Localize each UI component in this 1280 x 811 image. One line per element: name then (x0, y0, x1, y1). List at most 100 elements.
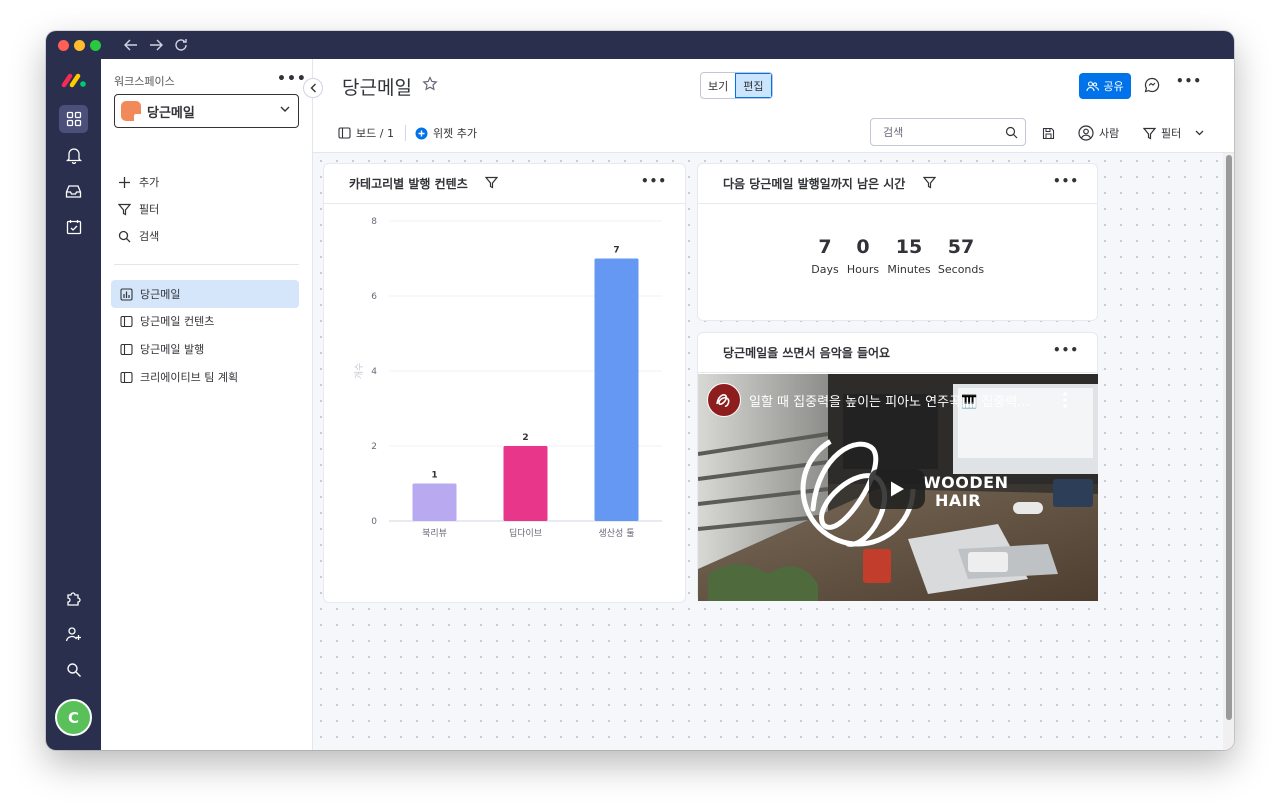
search-input[interactable]: 검색 (870, 118, 1026, 146)
countdown-unit-label: Hours (846, 263, 880, 276)
y-axis-label: 개수 (354, 363, 365, 380)
widget-more-icon[interactable]: ••• (641, 174, 667, 188)
divider (114, 264, 299, 265)
widget-title: 카테고리별 발행 컨텐츠 (349, 177, 468, 191)
filter-icon[interactable] (485, 176, 498, 189)
chevron-down-icon (1195, 130, 1204, 136)
search-action-label: 검색 (139, 230, 160, 243)
countdown-value: 7 (818, 236, 832, 258)
sidebar-item-dashboard[interactable]: 당근메일 (111, 280, 299, 308)
video-title[interactable]: 일할 때 집중력을 높이는 피아노 연주곡🎹 집중력... (749, 391, 1030, 410)
monday-logo-icon[interactable] (61, 72, 87, 91)
widget-title: 다음 당근메일 발행일까지 남은 시간 (723, 177, 906, 191)
board-count: 보드 / 1 (356, 127, 394, 140)
add-widget-label: 위젯 추가 (433, 127, 477, 140)
add-user-icon[interactable] (59, 620, 88, 648)
people-icon (1086, 80, 1100, 91)
search-icon (118, 230, 131, 242)
avatar[interactable]: C (55, 699, 92, 736)
puzzle-icon[interactable] (59, 584, 88, 612)
chevron-left-icon (310, 83, 316, 93)
thumbnail-text-line: HAIR (935, 491, 982, 510)
sidebar-item-label: 크리에이티브 팀 계획 (140, 371, 239, 384)
thumbnail-text-line: WOODEN (923, 473, 1009, 492)
add-action[interactable]: 추가 (118, 173, 159, 191)
widget-header: 당근메일을 쓰면서 음악을 들어요 ••• (698, 333, 1097, 373)
chart-widget: 카테고리별 발행 컨텐츠 ••• 0 2 4 6 8 개수 1 북리뷰 2 딥다이브 7 생산성 툴 (323, 163, 686, 603)
title-bar (46, 31, 1234, 59)
bar (594, 258, 639, 521)
bar-chart: 0 2 4 6 8 개수 1 북리뷰 2 딥다이브 7 생산성 툴 (354, 217, 662, 539)
save-icon[interactable] (1040, 125, 1056, 141)
bell-icon[interactable] (59, 141, 88, 169)
sidebar-item-label: 당근메일 (140, 288, 181, 301)
sidebar-item-creative[interactable]: 크리에이티브 팀 계획 (111, 363, 299, 391)
y-tick-label: 8 (371, 217, 377, 227)
chat-bubble-icon[interactable] (1143, 76, 1161, 94)
countdown-days: 7 Days (808, 236, 842, 276)
channel-avatar[interactable] (707, 383, 741, 417)
reload-icon[interactable] (171, 36, 191, 54)
filter-icon (118, 203, 131, 215)
filter-action[interactable]: 필터 (118, 200, 159, 218)
x-tick-label: 생산성 툴 (599, 528, 635, 539)
sidebar-item-contents[interactable]: 당근메일 컨텐츠 (111, 307, 299, 335)
y-tick-label: 0 (371, 517, 377, 527)
page-title: 당근메일 (342, 77, 412, 99)
sidebar-item-label: 당근메일 컨텐츠 (140, 315, 215, 328)
plus-icon (119, 176, 130, 188)
back-arrow-icon[interactable] (121, 36, 141, 54)
board-icon (338, 127, 351, 139)
dashboard-canvas: 카테고리별 발행 컨텐츠 ••• 0 2 4 6 8 개수 1 북리뷰 2 딥다이브 7 생산성 툴 … (313, 153, 1223, 750)
more-options-icon[interactable]: ••• (1176, 74, 1202, 88)
maximize-window-button[interactable] (90, 40, 101, 51)
youtube-embed[interactable]: 일할 때 집중력을 높이는 피아노 연주곡🎹 집중력... WOODEN HAI… (698, 374, 1098, 601)
bar (412, 483, 457, 521)
countdown-minutes: 15 Minutes (884, 236, 934, 276)
collapse-sidebar-button[interactable] (303, 78, 323, 98)
edit-mode-button[interactable]: 편집 (735, 73, 772, 98)
search-icon[interactable] (59, 656, 88, 684)
video-more-icon[interactable] (1063, 392, 1067, 411)
divider (405, 125, 406, 141)
share-label: 공유 (1103, 80, 1124, 93)
person-filter-button[interactable]: 사람 (1078, 124, 1119, 142)
sidebar-item-publish[interactable]: 당근메일 발행 (111, 335, 299, 363)
board-icon (120, 315, 133, 327)
y-tick-label: 2 (371, 442, 377, 452)
y-tick-label: 4 (371, 367, 377, 377)
search-placeholder: 검색 (883, 126, 904, 139)
widget-title: 당근메일을 쓰면서 음악을 들어요 (723, 346, 891, 360)
star-icon[interactable] (422, 76, 438, 92)
widget-more-icon[interactable]: ••• (1053, 174, 1079, 188)
search-icon (1005, 126, 1018, 139)
calendar-check-icon[interactable] (59, 213, 88, 241)
inbox-icon[interactable] (59, 177, 88, 205)
play-button[interactable] (869, 469, 925, 509)
board-icon (120, 371, 133, 383)
view-mode-button[interactable]: 보기 (701, 73, 735, 98)
bar-value-label: 1 (431, 471, 437, 481)
scrollbar-thumb[interactable] (1226, 155, 1232, 720)
play-icon (891, 481, 904, 497)
thumbnail-text: WOODEN HAIR (923, 474, 1008, 510)
add-widget-button[interactable]: 위젯 추가 (415, 124, 477, 142)
filter-icon[interactable] (923, 176, 936, 189)
workspace-selector[interactable]: 당근메일 (114, 94, 299, 128)
widget-more-icon[interactable]: ••• (1053, 343, 1079, 357)
close-window-button[interactable] (58, 40, 69, 51)
filter-label: 필터 (1161, 127, 1182, 140)
minimize-window-button[interactable] (74, 40, 85, 51)
left-rail: ? C (46, 59, 101, 750)
share-button[interactable]: 공유 (1079, 73, 1131, 99)
board-selector[interactable]: 보드 / 1 (338, 124, 394, 142)
board-header: 당근메일 보기 편집 공유 ••• 보드 / 1 위젯 추가 검색 사람 필터 (313, 59, 1234, 153)
grid-icon[interactable] (59, 105, 88, 133)
filter-icon (1143, 127, 1156, 139)
forward-arrow-icon[interactable] (146, 36, 166, 54)
add-action-label: 추가 (139, 176, 160, 189)
search-action[interactable]: 검색 (118, 227, 159, 245)
filter-button[interactable]: 필터 (1143, 124, 1209, 142)
video-widget: 당근메일을 쓰면서 음악을 들어요 ••• 일할 때 집중력을 높이는 피아노 … (697, 332, 1098, 601)
countdown-widget: 다음 당근메일 발행일까지 남은 시간 ••• 7 Days 0 Hours 1… (697, 163, 1098, 321)
